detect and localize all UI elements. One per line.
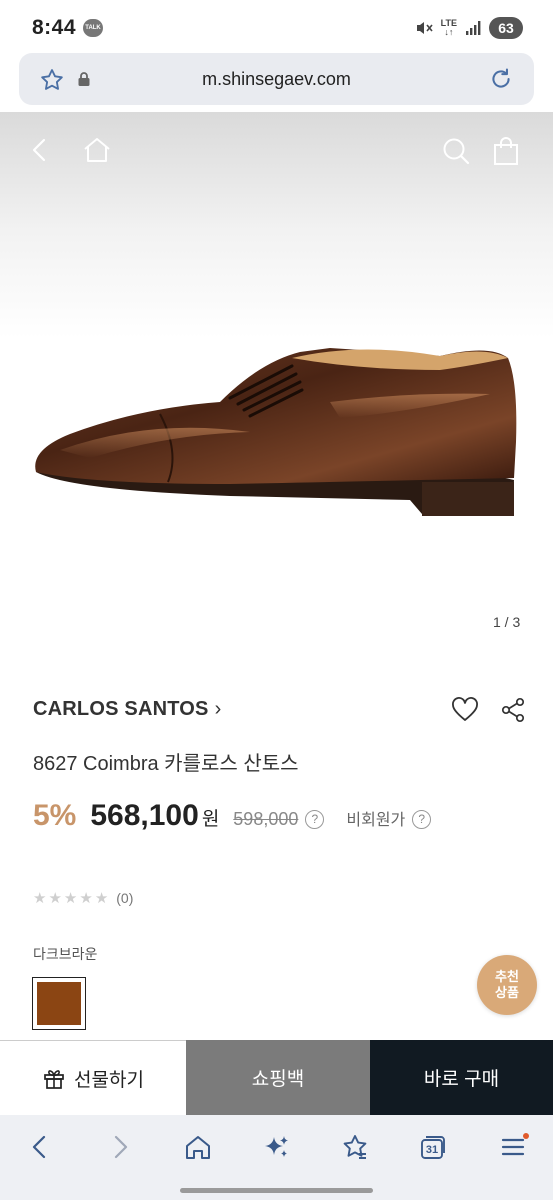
- price-row: 5% 568,100 원 598,000 ? 비회원가 ?: [33, 799, 432, 833]
- url-text[interactable]: m.shinsegaev.com: [19, 69, 534, 90]
- rating-star-icon: ★: [63, 890, 78, 907]
- chevron-right-icon: ›: [214, 698, 222, 720]
- currency-unit: 원: [201, 809, 220, 830]
- status-icons: LTE ↓↑ 63: [415, 16, 523, 40]
- review-count[interactable]: (0): [116, 890, 133, 906]
- mute-icon: [416, 22, 433, 34]
- add-to-bag-button[interactable]: 쇼핑백: [186, 1040, 370, 1115]
- home-indicator[interactable]: [180, 1188, 373, 1193]
- tabs-count: 31: [425, 1144, 439, 1156]
- member-price-help-icon[interactable]: ?: [412, 810, 432, 829]
- status-bar: 8:44 TALK LTE ↓↑ 63: [0, 0, 553, 56]
- status-time: 8:44: [32, 16, 77, 39]
- buy-now-button[interactable]: 바로 구매: [370, 1040, 553, 1115]
- share-icon[interactable]: [500, 697, 526, 723]
- battery-icon: 63: [489, 17, 523, 39]
- discount-rate: 5%: [33, 799, 77, 832]
- address-bar[interactable]: m.shinsegaev.com: [19, 53, 534, 105]
- search-icon[interactable]: [441, 136, 471, 166]
- color-swatch-fill: [37, 982, 81, 1025]
- original-price: 598,000: [233, 809, 299, 829]
- brand-name[interactable]: CARLOS SANTOS: [33, 698, 209, 721]
- rating-star-icon: ★: [94, 890, 109, 907]
- browser-back-icon[interactable]: [28, 1133, 52, 1161]
- home-icon[interactable]: [82, 136, 112, 164]
- rating[interactable]: ★ ★ ★ ★ ★ (0): [33, 889, 133, 907]
- product-photo-shoe: [35, 348, 517, 516]
- recommend-line1: 추천: [495, 969, 519, 984]
- shopping-bag-icon[interactable]: [492, 136, 520, 166]
- menu-button[interactable]: [500, 1133, 530, 1161]
- rating-star-icon: ★: [79, 890, 93, 907]
- price-help-icon[interactable]: ?: [305, 810, 325, 829]
- tabs-icon[interactable]: 31: [419, 1133, 447, 1161]
- kakaotalk-notification-icon: TALK: [83, 19, 103, 37]
- sale-price: 568,100: [90, 799, 199, 832]
- member-price-label: 비회원가: [346, 812, 406, 829]
- rating-star-icon: ★: [48, 890, 62, 907]
- purchase-bar: 선물하기 쇼핑백 바로 구매: [0, 1040, 553, 1115]
- product-title: 8627 Coimbra 카를로스 산토스: [33, 753, 299, 775]
- gift-label: 선물하기: [74, 1069, 144, 1091]
- brand-link[interactable]: CARLOS SANTOS ›: [33, 698, 221, 721]
- rating-star-icon: ★: [33, 890, 47, 907]
- signal-icon: [466, 21, 481, 35]
- browser-home-icon[interactable]: [184, 1133, 212, 1161]
- hamburger-menu-icon: [501, 1133, 529, 1156]
- sparkle-ai-icon[interactable]: [263, 1133, 291, 1161]
- gift-icon: [44, 1070, 64, 1089]
- heart-icon[interactable]: [451, 697, 479, 723]
- color-label: 다크브라운: [33, 946, 98, 962]
- recommend-line2: 상품: [495, 985, 519, 1000]
- browser-forward-icon[interactable]: [108, 1133, 132, 1161]
- recommended-products-button[interactable]: 추천 상품: [477, 955, 537, 1015]
- image-pager: 1 / 3: [493, 614, 521, 630]
- color-swatch-dark-brown[interactable]: [32, 977, 86, 1030]
- bookmarks-star-icon[interactable]: [341, 1133, 369, 1161]
- product-image-carousel[interactable]: 1 / 3: [0, 112, 553, 652]
- gift-button[interactable]: 선물하기: [0, 1040, 186, 1115]
- back-icon[interactable]: [26, 136, 54, 164]
- reload-icon[interactable]: [488, 66, 514, 92]
- network-type: LTE ↓↑: [440, 18, 457, 37]
